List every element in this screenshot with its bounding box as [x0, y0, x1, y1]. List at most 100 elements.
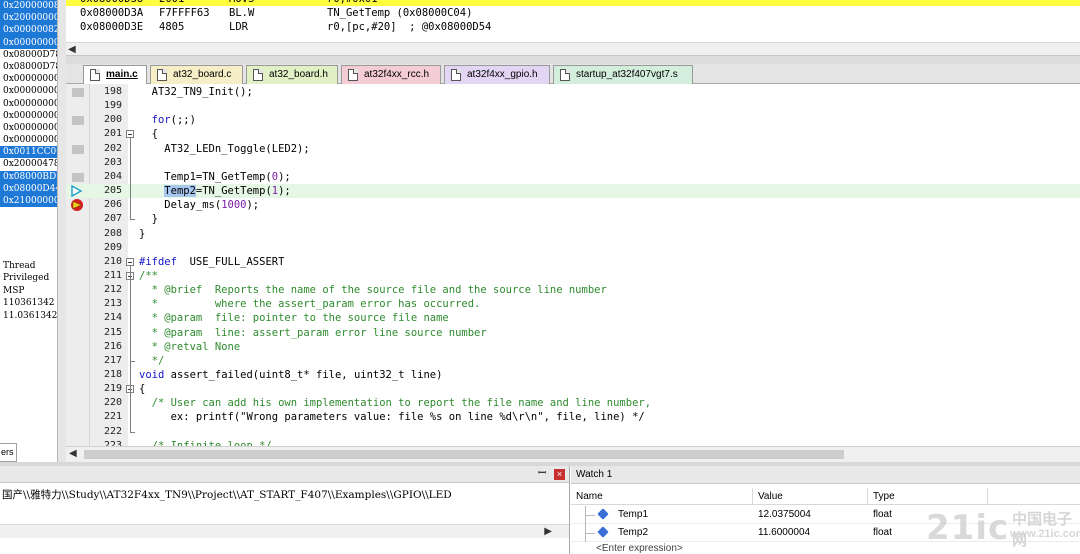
code-line[interactable]: 218 void assert_failed(uint8_t* file, uin…: [66, 368, 1080, 382]
register-value[interactable]: 0x20000478: [0, 158, 57, 170]
code-line[interactable]: 199: [66, 99, 1080, 113]
tab-at32-board-h[interactable]: at32_board.h: [246, 65, 338, 84]
watch-col-type[interactable]: Type: [868, 488, 988, 505]
executable-line-marker[interactable]: [72, 172, 84, 182]
code-line[interactable]: 216 * @retval None: [66, 340, 1080, 354]
code-line[interactable]: 203: [66, 156, 1080, 170]
register-value[interactable]: 0x00000000: [0, 85, 57, 97]
code-line[interactable]: 206 Delay_ms(1000);: [66, 198, 1080, 212]
disassembly-line[interactable]: 0x08000D3A F7FFFF63 BL.W TN_GetTemp (0x0800…: [66, 7, 1080, 20]
disassembly-line[interactable]: 0x08000D3E 4805 LDR r0,[pc,#20] ; @0x08000D…: [66, 21, 1080, 34]
disassembly-addr: 0x08000D3A: [80, 7, 144, 19]
register-value[interactable]: 0x08000D78: [0, 61, 57, 73]
watch-col-name[interactable]: Name: [571, 488, 753, 505]
code-line[interactable]: 213 * where the assert_param error has o…: [66, 297, 1080, 311]
close-icon[interactable]: ×: [554, 469, 565, 480]
line-number: 208: [103, 227, 122, 239]
code-line[interactable]: 220 /* User can add his own implementati…: [66, 396, 1080, 410]
tab-at32f4xx-gpio-h[interactable]: at32f4xx_gpio.h: [444, 65, 550, 84]
code-line[interactable]: 214 * @param file: pointer to the source…: [66, 311, 1080, 325]
panel-splitter[interactable]: [58, 0, 66, 462]
line-number: 204: [103, 170, 122, 182]
file-icon: [451, 69, 461, 81]
tab-startup-at32f407vgt7-s[interactable]: startup_at32f407vgt7.s: [553, 65, 693, 84]
register-value[interactable]: 0x00000082: [0, 24, 57, 37]
register-value[interactable]: 0x08000BDB: [0, 170, 57, 183]
line-number: 222: [103, 425, 122, 437]
register-value[interactable]: 0x00000000: [0, 110, 57, 122]
code-text: Temp1=TN_GetTemp(0);: [139, 170, 291, 183]
line-number: 200: [103, 114, 122, 126]
breakpoint-current-icon[interactable]: [70, 198, 84, 212]
code-line[interactable]: 201 {: [66, 127, 1080, 141]
register-value[interactable]: 0x00000000: [0, 73, 57, 85]
code-line[interactable]: 200 for(;;): [66, 113, 1080, 127]
code-line[interactable]: 210 #ifdef USE_FULL_ASSERT: [66, 255, 1080, 269]
register-value[interactable]: 0x00000000: [0, 98, 57, 110]
register-status-text: 11.0361342(: [3, 310, 58, 321]
disassembly-mnem: BL.W: [229, 7, 255, 19]
line-number: 206: [103, 199, 122, 211]
code-line[interactable]: 219 {: [66, 382, 1080, 396]
fold-toggle-icon[interactable]: [126, 130, 134, 139]
register-value[interactable]: 0x08000D78: [0, 49, 57, 61]
line-number: 202: [103, 142, 122, 154]
code-line[interactable]: 207 }: [66, 212, 1080, 226]
register-value[interactable]: 0x0011CC00: [0, 146, 57, 159]
code-text: */: [139, 354, 165, 367]
code-line[interactable]: 212 * @brief Reports the name of the sou…: [66, 283, 1080, 297]
scroll-thumb[interactable]: [84, 450, 844, 459]
registers-tab[interactable]: ers: [0, 443, 17, 462]
tab-at32-board-c[interactable]: at32_board.c: [150, 65, 243, 84]
tab-label: main.c: [106, 69, 138, 80]
watch-value[interactable]: 11.6000004: [753, 524, 810, 542]
register-value[interactable]: 0x00000000: [0, 36, 57, 49]
fold-toggle-icon[interactable]: [126, 257, 134, 266]
executable-line-marker[interactable]: [72, 116, 84, 126]
code-line[interactable]: 209: [66, 241, 1080, 255]
code-text: }: [139, 227, 146, 240]
code-line[interactable]: 211 /**: [66, 269, 1080, 283]
line-number: 211: [103, 269, 122, 281]
scroll-left-icon[interactable]: ◀: [69, 448, 77, 459]
register-value[interactable]: 0x00000000: [0, 122, 57, 134]
code-text: ex: printf("Wrong parameters value: file…: [139, 411, 645, 424]
watch-col-value[interactable]: Value: [753, 488, 868, 505]
code-line[interactable]: 222: [66, 425, 1080, 439]
code-line[interactable]: 208}: [66, 227, 1080, 241]
line-number: 199: [103, 100, 122, 112]
output-hscrollbar[interactable]: ▶: [0, 524, 569, 538]
code-line[interactable]: 221 ex: printf("Wrong parameters value: …: [66, 410, 1080, 424]
editor-splitter[interactable]: [66, 56, 1080, 64]
watch-row[interactable]: Temp2 11.6000004 float: [571, 524, 1080, 542]
code-text: Temp2=TN_GetTemp(1);: [164, 185, 291, 198]
register-value[interactable]: 0x00000000: [0, 134, 57, 146]
code-line[interactable]: 204 Temp1=TN_GetTemp(0);: [66, 170, 1080, 184]
tab-main-c[interactable]: main.c: [83, 65, 147, 85]
executable-line-marker[interactable]: [72, 88, 84, 97]
code-line[interactable]: 202 AT32_LEDn_Toggle(LED2);: [66, 142, 1080, 156]
scroll-right-icon[interactable]: ▶: [544, 525, 552, 538]
code-line[interactable]: 215 * @param line: assert_param error li…: [66, 326, 1080, 340]
executable-line-marker[interactable]: [72, 144, 84, 154]
register-value[interactable]: 0x20000000: [0, 12, 57, 25]
watch-row[interactable]: Temp1 12.0375004 float: [571, 506, 1080, 524]
code-line[interactable]: 217 */: [66, 354, 1080, 368]
code-line[interactable]: 223 /* Infinite loop */: [66, 439, 1080, 446]
code-editor[interactable]: 198 AT32_TN9_Init(); 199 200 for(;;) 201 {2…: [66, 84, 1080, 446]
register-value[interactable]: 0x20000008: [0, 0, 57, 13]
scroll-left-icon[interactable]: ◀: [68, 43, 76, 55]
line-number: 219: [103, 383, 122, 395]
disassembly-hscrollbar[interactable]: ◀: [66, 42, 1080, 55]
code-line[interactable]: 205 Temp2=TN_GetTemp(1);: [66, 184, 1080, 199]
editor-hscrollbar[interactable]: ◀: [66, 446, 1080, 462]
register-value[interactable]: 0x08000D44: [0, 182, 57, 195]
tab-at32f4xx-rcc-h[interactable]: at32f4xx_rcc.h: [341, 65, 441, 84]
disassembly-line[interactable]: 0x08000D38 2001 MOVS r0,#0x01: [66, 0, 1080, 6]
code-line[interactable]: 198 AT32_TN9_Init();: [66, 85, 1080, 99]
register-value[interactable]: 0x21000000: [0, 195, 57, 208]
watch-enter-expression[interactable]: <Enter expression>: [596, 543, 683, 554]
file-icon: [348, 69, 358, 81]
pin-icon[interactable]: ꟷ: [538, 468, 546, 480]
watch-value[interactable]: 12.0375004: [753, 506, 811, 524]
